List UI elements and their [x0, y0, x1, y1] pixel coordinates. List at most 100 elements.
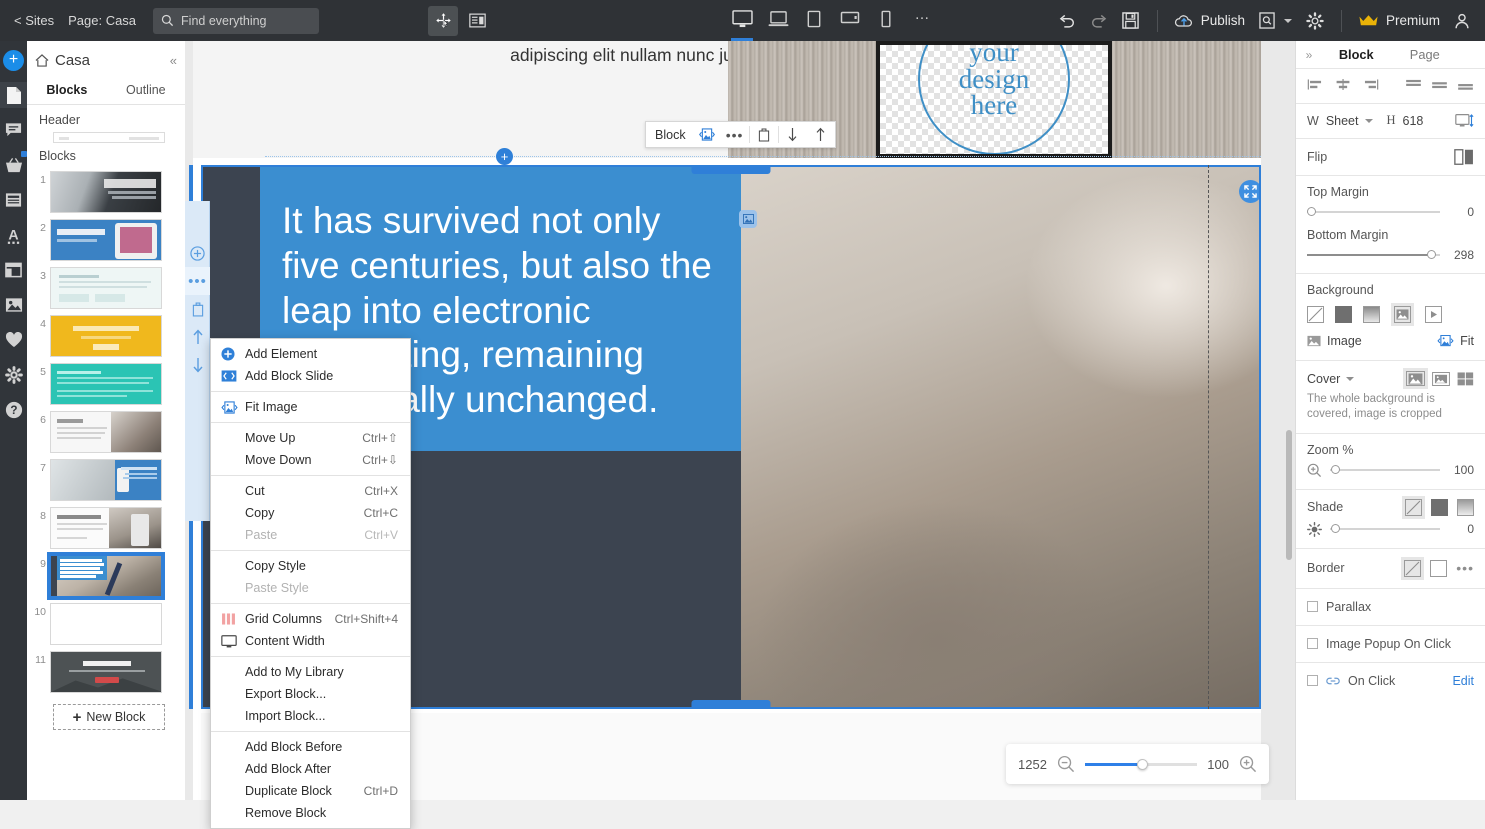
menu-item-export-block[interactable]: Export Block...: [211, 683, 410, 705]
device-tablet-landscape-button[interactable]: [833, 0, 867, 41]
add-element-button[interactable]: [185, 239, 210, 267]
tab-blocks[interactable]: Blocks: [46, 83, 87, 100]
cover-tile-button[interactable]: [1457, 371, 1474, 386]
background-image-button[interactable]: [1391, 303, 1414, 326]
shade-knob[interactable]: [1331, 524, 1341, 534]
border-none-button[interactable]: [1401, 556, 1425, 580]
parallax-checkbox[interactable]: [1307, 601, 1318, 613]
bg-image-picker[interactable]: Image: [1307, 334, 1362, 348]
resize-handle-bottom[interactable]: [691, 700, 771, 707]
menu-item-move-down[interactable]: Move Down Ctrl+⇩: [211, 449, 410, 471]
list-item[interactable]: 11: [27, 648, 185, 696]
shade-track[interactable]: [1330, 524, 1440, 534]
bottom-margin-slider[interactable]: 298: [1307, 248, 1474, 262]
on-click-edit-link[interactable]: Edit: [1452, 674, 1474, 688]
more-options-button[interactable]: •••: [185, 267, 210, 295]
zoom-percent-track[interactable]: [1330, 465, 1440, 475]
menu-item-cut[interactable]: Cut Ctrl+X: [211, 480, 410, 502]
list-item[interactable]: 3: [27, 264, 185, 312]
tab-block[interactable]: Block: [1322, 47, 1391, 62]
menu-item-copy-style[interactable]: Copy Style: [211, 555, 410, 577]
block-thumbnail-3[interactable]: [50, 267, 162, 309]
device-desktop-button[interactable]: [725, 0, 759, 41]
device-laptop-button[interactable]: [761, 0, 795, 41]
resize-handle-top[interactable]: [691, 167, 771, 174]
collapse-panel-button[interactable]: «: [170, 53, 177, 68]
block-thumbnail-2[interactable]: [50, 219, 162, 261]
block-context-menu[interactable]: Add Element Add Block Slide Fit Image Mo…: [210, 338, 411, 829]
menu-item-add-element[interactable]: Add Element: [211, 343, 410, 365]
move-block-down-button[interactable]: [185, 351, 210, 379]
ellipsis-icon[interactable]: •••: [1456, 561, 1474, 575]
image-badge-icon[interactable]: [739, 210, 757, 228]
distribute-middle-button[interactable]: [1431, 79, 1448, 93]
block-thumbnail-9[interactable]: [47, 552, 165, 600]
rail-item-comments[interactable]: [2, 117, 26, 143]
top-margin-track[interactable]: [1307, 207, 1440, 216]
menu-item-duplicate-block[interactable]: Duplicate Block Ctrl+D: [211, 780, 410, 802]
block-thumbnail-11[interactable]: [50, 651, 162, 693]
redo-button[interactable]: [1084, 6, 1114, 36]
background-video-button[interactable]: [1425, 306, 1442, 323]
on-click-checkbox[interactable]: [1307, 675, 1318, 687]
cover-contain-button[interactable]: [1432, 371, 1450, 386]
device-mobile-button[interactable]: [869, 0, 903, 41]
list-item[interactable]: 8: [27, 504, 185, 552]
header-thumbnail[interactable]: [53, 132, 165, 143]
background-none-button[interactable]: [1307, 306, 1324, 323]
move-block-up-button[interactable]: [185, 323, 210, 351]
zoom-out-button[interactable]: [1057, 755, 1075, 773]
add-block-icon[interactable]: +: [496, 148, 513, 165]
publish-button[interactable]: Publish: [1169, 13, 1250, 29]
list-item[interactable]: 4: [27, 312, 185, 360]
rail-item-help[interactable]: ?: [2, 397, 26, 423]
width-dropdown-caret-icon[interactable]: [1365, 118, 1374, 123]
shade-solid-button[interactable]: [1431, 498, 1448, 516]
shade-slider[interactable]: 0: [1307, 521, 1474, 537]
rail-item-typography[interactable]: A: [2, 222, 26, 248]
flip-button[interactable]: [1454, 149, 1474, 165]
save-button[interactable]: [1116, 6, 1146, 36]
back-to-sites-link[interactable]: < Sites: [7, 13, 61, 28]
rail-item-settings[interactable]: [2, 362, 26, 388]
block-thumbnail-7[interactable]: [50, 459, 162, 501]
block-move-down-button[interactable]: [779, 121, 807, 148]
block-thumbnail-10[interactable]: [50, 603, 162, 645]
delete-block-button[interactable]: [185, 295, 210, 323]
list-item[interactable]: 10: [27, 600, 185, 648]
page-label[interactable]: Page: Casa: [61, 13, 143, 28]
rail-item-images[interactable]: [2, 292, 26, 318]
zoom-in-button[interactable]: [1239, 755, 1257, 773]
preview-dropdown-caret-icon[interactable]: [1283, 18, 1292, 23]
premium-button[interactable]: Premium: [1353, 13, 1445, 28]
more-devices-button[interactable]: …: [905, 0, 939, 41]
block-thumbnail-1[interactable]: [50, 171, 162, 213]
expand-panel-button[interactable]: »: [1296, 48, 1322, 62]
shade-gradient-button[interactable]: [1457, 498, 1474, 516]
align-right-button[interactable]: [1361, 79, 1379, 93]
menu-item-remove-block[interactable]: Remove Block: [211, 802, 410, 824]
rail-item-store[interactable]: [2, 151, 27, 178]
preview-button[interactable]: [1252, 6, 1282, 36]
menu-item-move-up[interactable]: Move Up Ctrl+⇧: [211, 427, 410, 449]
new-block-button[interactable]: + New Block: [53, 704, 165, 730]
rail-item-layout[interactable]: [2, 257, 26, 283]
cover-mode-dropdown[interactable]: Cover: [1307, 372, 1355, 386]
device-tablet-portrait-button[interactable]: [797, 0, 831, 41]
border-solid-button[interactable]: [1430, 559, 1448, 577]
bg-fit-button[interactable]: Fit: [1437, 334, 1474, 348]
shade-none-button[interactable]: [1402, 495, 1425, 519]
move-tool-button[interactable]: [428, 5, 458, 36]
menu-item-add-block-before[interactable]: Add Block Before: [211, 736, 410, 758]
align-center-button[interactable]: [1334, 79, 1352, 93]
canvas-scrollbar[interactable]: [1286, 430, 1292, 560]
top-margin-knob[interactable]: [1307, 207, 1316, 216]
menu-item-copy[interactable]: Copy Ctrl+C: [211, 502, 410, 524]
block-thumbnail-6[interactable]: [50, 411, 162, 453]
list-item[interactable]: 2: [27, 216, 185, 264]
zoom-percent-slider[interactable]: 100: [1307, 463, 1474, 478]
layout-panel-button[interactable]: [462, 6, 492, 36]
block-move-up-button[interactable]: [807, 121, 835, 148]
top-margin-slider[interactable]: 0: [1307, 205, 1474, 219]
cover-fill-button[interactable]: [1403, 368, 1428, 389]
